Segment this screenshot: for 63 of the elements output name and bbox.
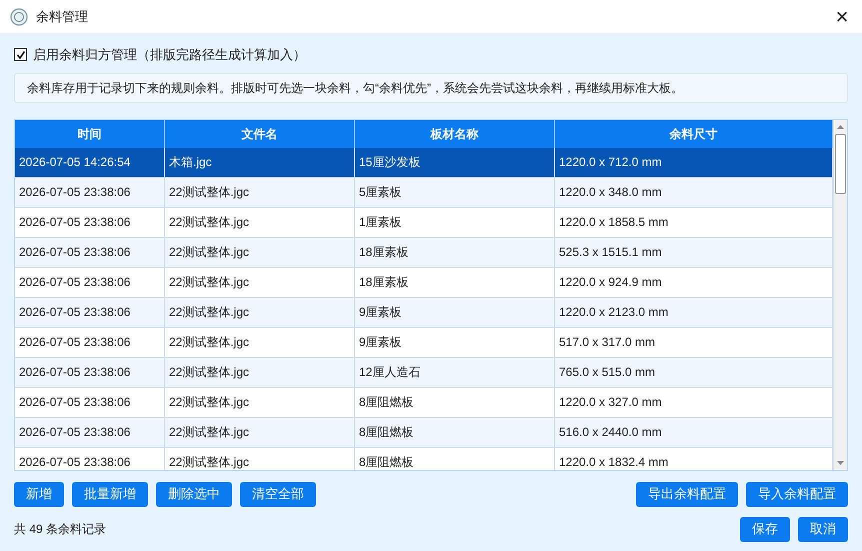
time-cell: 2026-07-05 23:38:06 xyxy=(15,298,165,326)
action-button[interactable]: 批量新增 xyxy=(72,482,148,506)
material-cell: 9厘素板 xyxy=(355,328,555,356)
material-cell: 8厘阻燃板 xyxy=(355,388,555,416)
material-cell: 1厘素板 xyxy=(355,208,555,236)
window-title: 余料管理 xyxy=(36,8,88,26)
filename-cell: 22测试整体.jgc xyxy=(165,208,355,236)
dialog-button[interactable]: 取消 xyxy=(798,516,848,542)
filename-cell: 22测试整体.jgc xyxy=(165,418,355,446)
time-cell: 2026-07-05 23:38:06 xyxy=(15,328,165,356)
filename-cell: 22测试整体.jgc xyxy=(165,448,355,470)
filename-cell: 22测试整体.jgc xyxy=(165,238,355,266)
material-cell: 8厘阻燃板 xyxy=(355,418,555,446)
filename-cell: 木箱.jgc xyxy=(165,148,355,176)
table-row[interactable]: 2026-07-05 23:38:06 22测试整体.jgc 8厘阻燃板 1220.0 x 1832.4 mm xyxy=(15,448,833,470)
material-cell: 18厘素板 xyxy=(355,238,555,266)
table-row[interactable]: 2026-07-05 23:38:06 22测试整体.jgc 5厘素板 1220.0 x 348.0 mm xyxy=(15,178,833,208)
table-row[interactable]: 2026-07-05 14:26:54 木箱.jgc 15厘沙发板 1220.0 x 712.0 mm xyxy=(15,148,833,178)
filename-cell: 22测试整体.jgc xyxy=(165,298,355,326)
action-button[interactable]: 删除选中 xyxy=(156,482,232,506)
table-row[interactable]: 2026-07-05 23:38:06 22测试整体.jgc 12厘人造石 765.0 x 515.0 mm xyxy=(15,358,833,388)
table-row[interactable]: 2026-07-05 23:38:06 22测试整体.jgc 1厘素板 1220.0 x 1858.5 mm xyxy=(15,208,833,238)
time-cell: 2026-07-05 23:38:06 xyxy=(15,268,165,296)
app-logo-icon xyxy=(10,8,28,26)
record-count: 共 49 条余料记录 xyxy=(14,521,106,538)
table-row[interactable]: 2026-07-05 23:38:06 22测试整体.jgc 18厘素板 1220.0 x 924.9 mm xyxy=(15,268,833,298)
material-cell: 12厘人造石 xyxy=(355,358,555,386)
scrollbar[interactable] xyxy=(833,120,847,470)
time-cell: 2026-07-05 23:38:06 xyxy=(15,358,165,386)
scroll-thumb[interactable] xyxy=(835,134,846,194)
scroll-down-icon[interactable] xyxy=(837,460,844,464)
action-button[interactable]: 清空全部 xyxy=(240,482,316,506)
time-cell: 2026-07-05 23:38:06 xyxy=(15,418,165,446)
table-row[interactable]: 2026-07-05 23:38:06 22测试整体.jgc 8厘阻燃板 516.0 x 2440.0 mm xyxy=(15,418,833,448)
enable-label: 启用余料归方管理（排版完路径生成计算加入） xyxy=(33,46,306,64)
info-text: 余料库存用于记录切下来的规则余料。排版时可先选一块余料，勾“余料优先”，系统会先尝试这块余料，再继续用标准大板。 xyxy=(14,72,848,102)
config-button[interactable]: 导入余料配置 xyxy=(746,482,848,506)
close-button[interactable]: × xyxy=(832,6,852,28)
action-button[interactable]: 新增 xyxy=(14,482,64,506)
material-cell: 9厘素板 xyxy=(355,298,555,326)
filename-cell: 22测试整体.jgc xyxy=(165,328,355,356)
table-row[interactable]: 2026-07-05 23:38:06 22测试整体.jgc 9厘素板 517.0 x 317.0 mm xyxy=(15,328,833,358)
material-cell: 18厘素板 xyxy=(355,268,555,296)
time-cell: 2026-07-05 23:38:06 xyxy=(15,448,165,470)
time-cell: 2026-07-05 14:26:54 xyxy=(15,148,165,176)
table-row[interactable]: 2026-07-05 23:38:06 22测试整体.jgc 18厘素板 525.3 x 1515.1 mm xyxy=(15,238,833,268)
time-cell: 2026-07-05 23:38:06 xyxy=(15,388,165,416)
time-cell: 2026-07-05 23:38:06 xyxy=(15,208,165,236)
filename-cell: 22测试整体.jgc xyxy=(165,358,355,386)
filename-cell: 22测试整体.jgc xyxy=(165,178,355,206)
filename-cell: 22测试整体.jgc xyxy=(165,268,355,296)
dialog-button[interactable]: 保存 xyxy=(740,516,790,542)
table-row[interactable]: 2026-07-05 23:38:06 22测试整体.jgc 9厘素板 1220.0 x 2123.0 mm xyxy=(15,298,833,328)
time-cell: 2026-07-05 23:38:06 xyxy=(15,178,165,206)
material-cell: 8厘阻燃板 xyxy=(355,448,555,470)
config-button[interactable]: 导出余料配置 xyxy=(636,482,738,506)
enable-checkbox[interactable] xyxy=(14,48,27,62)
time-cell: 2026-07-05 23:38:06 xyxy=(15,238,165,266)
material-cell: 5厘素板 xyxy=(355,178,555,206)
material-cell: 15厘沙发板 xyxy=(355,148,555,176)
scroll-up-icon[interactable] xyxy=(837,124,844,128)
table-row[interactable]: 2026-07-05 23:38:06 22测试整体.jgc 8厘阻燃板 1220.0 x 327.0 mm xyxy=(15,388,833,418)
filename-cell: 22测试整体.jgc xyxy=(165,388,355,416)
